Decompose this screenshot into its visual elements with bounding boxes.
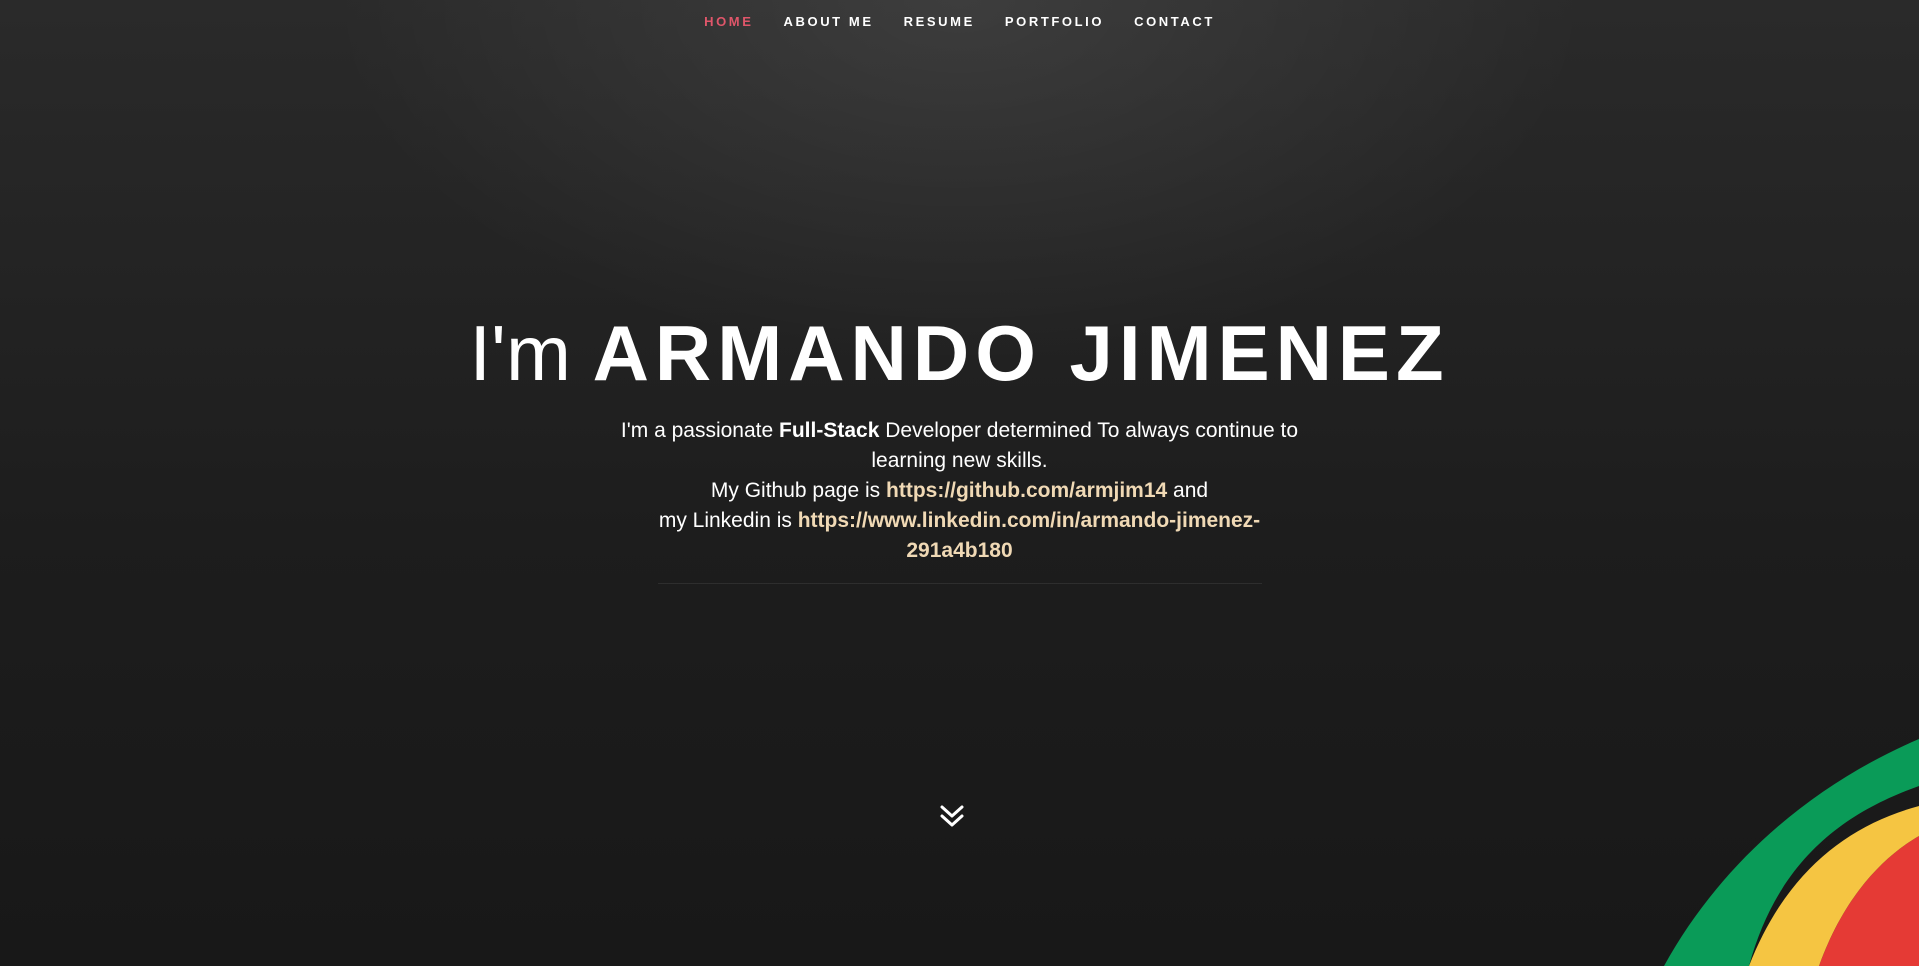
nav-home[interactable]: HOME [689,14,768,30]
main-nav: HOME ABOUT ME RESUME PORTFOLIO CONTACT [0,14,1919,30]
nav-portfolio[interactable]: PORTFOLIO [990,14,1119,30]
intro-text-after: Developer determined To always continue … [871,419,1299,472]
nav-contact[interactable]: CONTACT [1119,14,1230,30]
intro-text-before: I'm a passionate [620,419,774,442]
nav-about-me[interactable]: ABOUT ME [769,14,889,30]
linkedin-link[interactable]: https://www.linkedin.com/in/armando-jime… [798,509,1260,562]
github-text-before: My Github page is [710,479,881,502]
page-title: I'm ARMANDO JIMENEZ [0,308,1919,398]
hero-section: HOME ABOUT ME RESUME PORTFOLIO CONTACT I… [0,0,1919,966]
title-prefix: I'm [469,309,571,397]
tricolor-stripes [1664,739,1919,966]
github-line: My Github page is https://github.com/arm… [0,476,1919,506]
divider [658,583,1262,584]
intro-text-bold: Full-Stack [779,419,880,442]
intro-description: I'm a passionate Full-Stack Developer de… [0,416,1919,566]
nav-resume[interactable]: RESUME [889,14,990,30]
github-link[interactable]: https://github.com/armjim14 [886,479,1167,502]
title-name: ARMANDO JIMENEZ [592,309,1450,397]
github-text-after: and [1173,479,1209,502]
intro-line: I'm a passionate Full-Stack Developer de… [0,416,1919,476]
linkedin-text-before: my Linkedin is [658,509,792,532]
double-chevron-down-icon[interactable] [937,802,967,832]
linkedin-line: my Linkedin is https://www.linkedin.com/… [0,506,1919,566]
